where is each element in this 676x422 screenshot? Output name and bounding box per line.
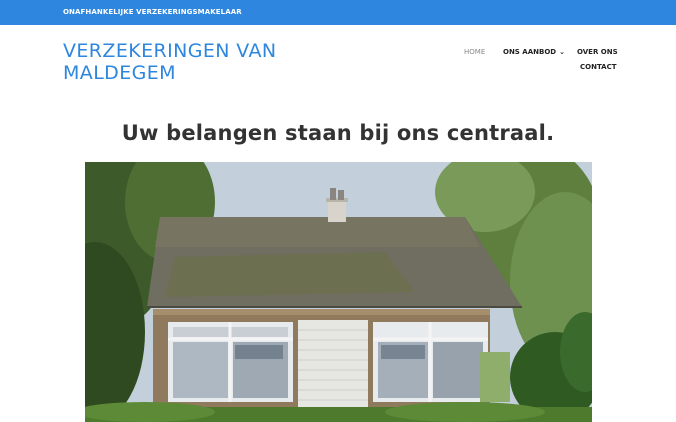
top-bar: ONAFHANKELIJKE VERZEKERINGSMAKELAAR [0,0,676,25]
logo-line-2: MALDEGEM [63,62,176,84]
hero-headline: Uw belangen staan bij ons centraal. [121,121,555,145]
chevron-down-icon: ⌄ [559,48,565,56]
nav-item-home[interactable]: HOME [464,48,485,56]
nav-item-label: ONS AANBOD [503,48,557,56]
nav-item-contact[interactable]: CONTACT [580,63,617,71]
hero-image [85,162,592,422]
site-logo[interactable]: VERZEKERINGEN VAN MALDEGEM [63,40,323,84]
tagline: ONAFHANKELIJKE VERZEKERINGSMAKELAAR [63,8,242,16]
nav-item-ons-aanbod[interactable]: ONS AANBOD ⌄ [503,48,565,56]
nav-item-over-ons[interactable]: OVER ONS [577,48,618,56]
logo-line-1: VERZEKERINGEN VAN [63,40,277,62]
